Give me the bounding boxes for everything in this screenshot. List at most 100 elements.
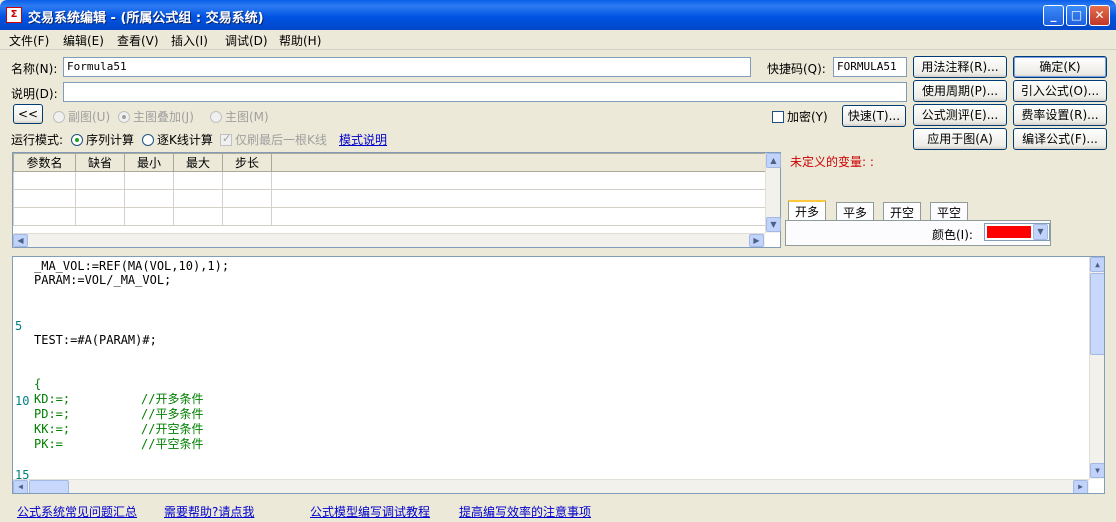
maximize-button[interactable]: □ [1066,5,1087,26]
scroll-left-icon[interactable]: ◀ [13,480,28,493]
mode-help-link[interactable]: 模式说明 [339,131,387,148]
radio-circle [210,111,222,123]
col-header[interactable]: 缺省 [75,153,125,172]
radio-sub-chart[interactable]: 副图(U) [53,108,110,125]
chevron-down-icon[interactable]: ▼ [1033,224,1048,240]
grid-vscrollbar[interactable]: ▲ ▼ [765,153,781,233]
menu-view[interactable]: 查看(V) [117,32,159,49]
code-editor[interactable]: 5 10 15 _MA_VOL:=REF(MA(VOL,10),1); PARA… [12,256,1105,494]
scroll-thumb[interactable] [1090,273,1104,355]
col-header[interactable]: 参数名 [13,153,76,172]
menu-insert[interactable]: 插入(I) [171,32,208,49]
color-label: 颜色(I): [932,228,973,242]
scroll-right-icon[interactable]: ▶ [1073,480,1088,493]
code-text: KD:=; [34,392,71,406]
tab-close-long[interactable]: 平多 [836,202,875,220]
editor-vscrollbar[interactable]: ▲ ▼ [1089,257,1104,479]
col-header[interactable]: 最小 [124,153,174,172]
code-line-2: PARAM:=VOL/_MA_VOL; [34,274,171,287]
shortcut-label: 快捷码(Q): [767,62,826,76]
color-select[interactable]: ▼ [984,223,1050,241]
code-comment: //开多条件 [141,392,204,406]
radio-main-chart-label: 主图(M) [225,110,269,124]
tutorial-link[interactable]: 公式模型编写调试教程 [310,503,430,520]
import-formula-button[interactable]: 引入公式(O)... [1013,80,1107,102]
radio-circle [118,111,130,123]
scroll-up-icon[interactable]: ▲ [766,153,781,168]
radio-per-bar-label: 逐K线计算 [157,133,213,147]
code-text: _MA_VOL:=REF(MA(VOL,10),1); [34,259,230,273]
ok-button[interactable]: 确定(K) [1013,56,1107,78]
tips-link[interactable]: 提高编写效率的注意事项 [459,503,591,520]
color-swatch [987,226,1031,238]
maximize-icon: □ [1070,8,1083,22]
code-line-7: KK:=; [34,423,70,436]
scroll-right-icon[interactable]: ▶ [749,234,764,247]
table-header-row: 参数名 缺省 最小 最大 步长 [13,153,766,172]
apply-to-chart-button[interactable]: 应用于图(A) [913,128,1007,150]
desc-label: 说明(D): [11,87,58,101]
help-link[interactable]: 需要帮助?请点我 [164,503,254,520]
scroll-down-icon[interactable]: ▼ [766,217,781,232]
tab-close-short[interactable]: 平空 [930,202,969,220]
compile-formula-button[interactable]: 编译公式(F)... [1013,128,1107,150]
table-row[interactable] [13,207,766,226]
menu-file[interactable]: 文件(F) [9,32,49,49]
code-text: PARAM:=VOL/_MA_VOL; [34,273,172,287]
window-title: 交易系统编辑 - (所属公式组 : 交易系统) [28,11,264,26]
scroll-left-icon[interactable]: ◀ [13,234,28,247]
fast-button[interactable]: 快速(T)... [842,105,906,127]
menu-help[interactable]: 帮助(H) [279,32,321,49]
code-line-1: _MA_VOL:=REF(MA(VOL,10),1); [34,260,229,273]
grid-hscrollbar[interactable]: ◀ ▶ [13,233,765,247]
radio-main-chart[interactable]: 主图(M) [210,108,269,125]
editor-hscrollbar[interactable]: ◀ ▶ [13,479,1089,493]
tab-open-long[interactable]: 开多 [788,200,827,221]
title-bar: Σ 交易系统编辑 - (所属公式组 : 交易系统) _ □ ✕ [0,0,1116,30]
table-row[interactable] [13,189,766,208]
radio-circle [53,111,65,123]
close-button[interactable]: ✕ [1089,5,1110,26]
radio-circle [71,134,83,146]
usage-note-button[interactable]: 用法注释(R)... [913,56,1007,78]
scroll-thumb[interactable] [29,480,69,493]
undefined-vars-label: 未定义的变量: : [790,155,874,169]
encrypt-checkbox[interactable]: 加密(Y) [772,108,828,125]
code-text: PK:= [34,437,63,451]
last-bar-label: 仅刷最后一根K线 [235,133,327,147]
line-number: 10 [15,394,30,408]
checkbox-box [220,132,232,146]
scroll-up-icon[interactable]: ▲ [1090,257,1104,272]
fee-settings-button[interactable]: 费率设置(R)... [1013,104,1107,126]
close-icon: ✕ [1094,8,1105,22]
name-input[interactable]: Formula51 [63,57,751,77]
shortcut-input[interactable]: FORMULA51 [833,57,907,77]
period-button[interactable]: 使用周期(P)... [913,80,1007,102]
checkbox-box [772,111,784,123]
desc-input[interactable] [63,82,907,102]
code-line-4: { [34,378,41,391]
radio-per-bar[interactable]: 逐K线计算 [142,131,213,148]
collapse-button[interactable]: << [13,104,43,124]
radio-main-overlay-label: 主图叠加(J) [133,110,194,124]
faq-link[interactable]: 公式系统常见问题汇总 [17,503,137,520]
col-header[interactable]: 步长 [222,153,272,172]
code-comment: //平空条件 [141,437,204,451]
minimize-button[interactable]: _ [1043,5,1064,26]
tab-open-short[interactable]: 开空 [883,202,922,220]
radio-sequence[interactable]: 序列计算 [71,131,134,148]
name-label: 名称(N): [11,62,58,76]
radio-main-overlay[interactable]: 主图叠加(J) [118,108,194,125]
scroll-down-icon[interactable]: ▼ [1090,463,1104,478]
menu-edit[interactable]: 编辑(E) [63,32,104,49]
app-icon: Σ [6,7,22,23]
col-header[interactable]: 最大 [173,153,223,172]
params-grid[interactable]: 参数名 缺省 最小 最大 步长 ▲ ▼ ◀ ▶ [12,152,781,248]
last-bar-checkbox[interactable]: 仅刷最后一根K线 [220,131,327,148]
table-row[interactable] [13,171,766,190]
minimize-icon: _ [1050,8,1057,22]
formula-test-button[interactable]: 公式测评(E)... [913,104,1007,126]
code-text: KK:=; [34,422,71,436]
menu-debug[interactable]: 调试(D) [225,32,268,49]
code-line-5: KD:=; [34,393,70,406]
